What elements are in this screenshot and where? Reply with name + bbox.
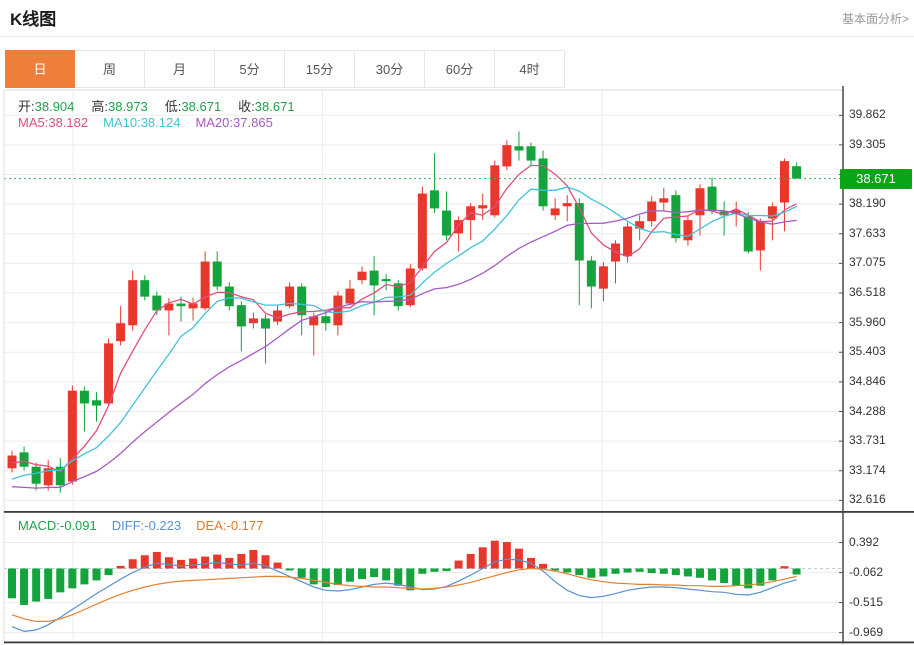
header-divider <box>0 36 914 37</box>
period-tab-bar: 日周月5分15分30分60分4时 <box>5 50 565 88</box>
price-tick-34.846: 34.846 <box>849 374 886 388</box>
macd-diff: DIFF:-0.223 <box>112 518 181 533</box>
macd-tick--0.969: -0.969 <box>849 625 883 639</box>
current-price-badge: 38.671 <box>840 169 912 189</box>
ma-ma10: MA10:38.124 <box>103 115 180 130</box>
page-title: K线图 <box>10 5 56 30</box>
price-tick-35.403: 35.403 <box>849 344 886 358</box>
macd-macd: MACD:-0.091 <box>18 518 97 533</box>
macd-tick-0.392: 0.392 <box>849 535 879 549</box>
ohlc-high: 高:38.973 <box>91 96 147 115</box>
kline-page: K线图 基本面分析> 日周月5分15分30分60分4时 开:38.904 高:38… <box>0 0 914 645</box>
tab-month[interactable]: 月 <box>145 50 215 88</box>
price-tick-34.288: 34.288 <box>849 404 886 418</box>
price-tick-35.960: 35.960 <box>849 315 886 329</box>
tab-min15[interactable]: 15分 <box>285 50 355 88</box>
macd-tick--0.062: -0.062 <box>849 565 883 579</box>
tab-min60[interactable]: 60分 <box>425 50 495 88</box>
main-chart-area[interactable] <box>4 90 843 642</box>
macd-dea: DEA:-0.177 <box>196 518 263 533</box>
price-tick-36.518: 36.518 <box>849 285 886 299</box>
price-tick-38.190: 38.190 <box>849 196 886 210</box>
tab-min5[interactable]: 5分 <box>215 50 285 88</box>
macd-tick--0.515: -0.515 <box>849 595 883 609</box>
macd-readout: MACD:-0.091 DIFF:-0.223 DEA:-0.177 <box>18 518 263 533</box>
price-tick-33.731: 33.731 <box>849 433 886 447</box>
price-tick-33.174: 33.174 <box>849 463 886 477</box>
fundamental-analysis-link[interactable]: 基本面分析> <box>842 10 909 27</box>
ohlc-open: 开:38.904 <box>18 96 74 115</box>
tab-hour4[interactable]: 4时 <box>495 50 565 88</box>
ohlc-readout: 开:38.904 高:38.973 低:38.671 收:38.671 <box>18 96 295 115</box>
ma-readout: MA5:38.182 MA10:38.124 MA20:37.865 <box>18 115 273 130</box>
ma-ma5: MA5:38.182 <box>18 115 88 130</box>
tab-min30[interactable]: 30分 <box>355 50 425 88</box>
price-tick-39.862: 39.862 <box>849 107 886 121</box>
price-tick-32.616: 32.616 <box>849 492 886 506</box>
tab-day[interactable]: 日 <box>5 50 75 88</box>
ohlc-low: 低:38.671 <box>165 96 221 115</box>
tab-week[interactable]: 周 <box>75 50 145 88</box>
price-tick-39.305: 39.305 <box>849 137 886 151</box>
price-tick-37.075: 37.075 <box>849 255 886 269</box>
ma-ma20: MA20:37.865 <box>195 115 272 130</box>
ohlc-close: 收:38.671 <box>238 96 294 115</box>
price-tick-37.633: 37.633 <box>849 226 886 240</box>
